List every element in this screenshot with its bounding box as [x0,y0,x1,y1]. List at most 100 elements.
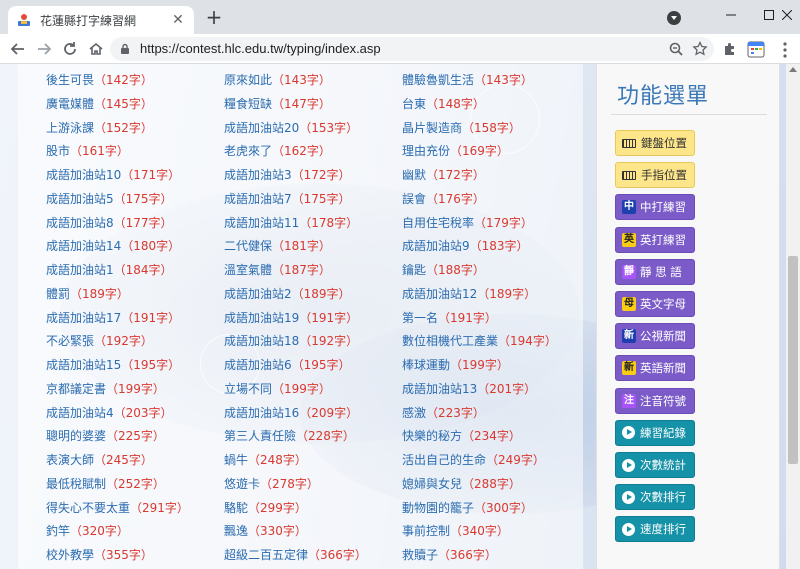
article-title[interactable]: 誤會 [402,192,426,206]
article-link[interactable]: 不必緊張（192字） [46,332,153,349]
article-link[interactable]: 原來如此（143字） [224,71,331,88]
article-title[interactable]: 成語加油站15 [46,358,121,372]
menu-button[interactable]: 新英語新聞 [615,355,695,382]
article-link[interactable]: 二代健保（181字） [224,237,331,254]
article-title[interactable]: 成語加油站3 [224,168,292,182]
article-link[interactable]: 棒球運動（199字） [402,356,509,373]
article-link[interactable]: 校外教學（355字） [46,546,153,563]
article-title[interactable]: 數位相機代工產業 [402,334,498,348]
article-link[interactable]: 後生可畏（142字） [46,71,153,88]
article-link[interactable]: 誤會（176字） [402,190,485,207]
article-link[interactable]: 鑰匙（188字） [402,261,485,278]
article-title[interactable]: 第一名 [402,311,438,325]
menu-button[interactable]: 速度排行 [615,516,695,543]
article-link[interactable]: 成語加油站1（184字） [46,261,173,278]
article-title[interactable]: 成語加油站11 [224,216,299,230]
profile-icon[interactable] [667,11,681,25]
article-link[interactable]: 數位相機代工產業（194字） [402,332,557,349]
article-title[interactable]: 校外教學 [46,548,94,562]
article-title[interactable]: 糧食短缺 [224,97,272,111]
forward-arrow-icon[interactable] [34,39,54,59]
article-link[interactable]: 成語加油站14（180字） [46,237,180,254]
article-link[interactable]: 活出自己的生命（249字） [402,451,545,468]
article-link[interactable]: 成語加油站10（171字） [46,166,180,183]
lock-icon[interactable] [120,43,130,55]
article-title[interactable]: 成語加油站13 [402,382,477,396]
article-title[interactable]: 最低稅賦制 [46,477,106,491]
article-link[interactable]: 快樂的秘方（234字） [402,427,521,444]
article-link[interactable]: 成語加油站11（178字） [224,214,358,231]
article-link[interactable]: 媳婦與女兒（288字） [402,475,521,492]
menu-button[interactable]: 新公視新聞 [615,323,695,350]
article-link[interactable]: 立場不同（199字） [224,380,331,397]
article-title[interactable]: 幽默 [402,168,426,182]
menu-button[interactable]: 次數統計 [615,452,695,478]
article-title[interactable]: 飄逸 [224,524,248,538]
article-title[interactable]: 溫室氣體 [224,263,272,277]
article-link[interactable]: 成語加油站3（172字） [224,166,351,183]
article-link[interactable]: 第一名（191字） [402,309,497,326]
article-link[interactable]: 飄逸（330字） [224,522,307,539]
article-title[interactable]: 成語加油站2 [224,287,292,301]
article-title[interactable]: 台東 [402,97,426,111]
article-link[interactable]: 成語加油站6（195字） [224,356,351,373]
article-title[interactable]: 釣竿 [46,524,70,538]
article-title[interactable]: 成語加油站5 [46,192,114,206]
article-title[interactable]: 成語加油站14 [46,239,121,253]
article-title[interactable]: 理由充份 [402,144,450,158]
article-title[interactable]: 快樂的秘方 [402,429,462,443]
address-bar[interactable]: https://contest.hlc.edu.tw/typing/index.… [110,37,714,61]
article-link[interactable]: 成語加油站4（203字） [46,404,173,421]
article-title[interactable]: 原來如此 [224,73,272,87]
article-link[interactable]: 成語加油站18（192字） [224,332,358,349]
article-link[interactable]: 晶片製造商（158字） [402,119,521,136]
article-title[interactable]: 成語加油站9 [402,239,470,253]
kebab-menu-icon[interactable] [778,41,792,59]
article-link[interactable]: 表演大師（245字） [46,451,153,468]
article-link[interactable]: 糧食短缺（147字） [224,95,331,112]
url-text[interactable]: https://contest.hlc.edu.tw/typing/index.… [140,41,381,56]
article-title[interactable]: 成語加油站12 [402,287,477,301]
article-link[interactable]: 廣電媒體（145字） [46,95,153,112]
article-title[interactable]: 廣電媒體 [46,97,94,111]
article-link[interactable]: 股市（161字） [46,142,129,159]
star-icon[interactable] [692,41,708,57]
browser-tab[interactable]: 花蓮縣打字練習網 ✕ [8,6,194,34]
back-arrow-icon[interactable] [8,39,28,59]
article-title[interactable]: 上游泳課 [46,121,94,135]
article-link[interactable]: 台東（148字） [402,95,485,112]
article-link[interactable]: 得失心不要太重（291字） [46,499,189,516]
plus-icon[interactable]: + [204,7,224,28]
article-title[interactable]: 超級二百五定律 [224,548,308,562]
article-link[interactable]: 成語加油站16（209字） [224,404,358,421]
article-title[interactable]: 京都議定書 [46,382,106,396]
article-link[interactable]: 蝸牛（248字） [224,451,307,468]
article-link[interactable]: 溫室氣體（187字） [224,261,331,278]
article-title[interactable]: 自用住宅稅率 [402,216,474,230]
article-title[interactable]: 成語加油站20 [224,121,299,135]
article-title[interactable]: 表演大師 [46,453,94,467]
article-title[interactable]: 成語加油站10 [46,168,121,182]
article-link[interactable]: 體驗魯凱生活（143字） [402,71,533,88]
calendar-icon[interactable] [747,40,765,58]
menu-button[interactable]: 鍵盤位置 [615,130,695,156]
article-title[interactable]: 成語加油站4 [46,406,114,420]
article-link[interactable]: 感激（223字） [402,404,485,421]
article-link[interactable]: 事前控制（340字） [402,522,509,539]
article-link[interactable]: 成語加油站5（175字） [46,190,173,207]
article-link[interactable]: 成語加油站19（191字） [224,309,358,326]
article-title[interactable]: 老虎來了 [224,144,272,158]
article-title[interactable]: 第三人責任險 [224,429,296,443]
article-title[interactable]: 蝸牛 [224,453,248,467]
home-icon[interactable] [86,39,106,59]
article-title[interactable]: 事前控制 [402,524,450,538]
article-link[interactable]: 救贖子（366字） [402,546,497,563]
article-title[interactable]: 不必緊張 [46,334,94,348]
article-link[interactable]: 超級二百五定律（366字） [224,546,367,563]
article-title[interactable]: 二代健保 [224,239,272,253]
article-title[interactable]: 立場不同 [224,382,272,396]
article-title[interactable]: 成語加油站17 [46,311,121,325]
article-title[interactable]: 成語加油站19 [224,311,299,325]
window-close-icon[interactable] [774,0,800,30]
reload-icon[interactable] [60,39,80,59]
